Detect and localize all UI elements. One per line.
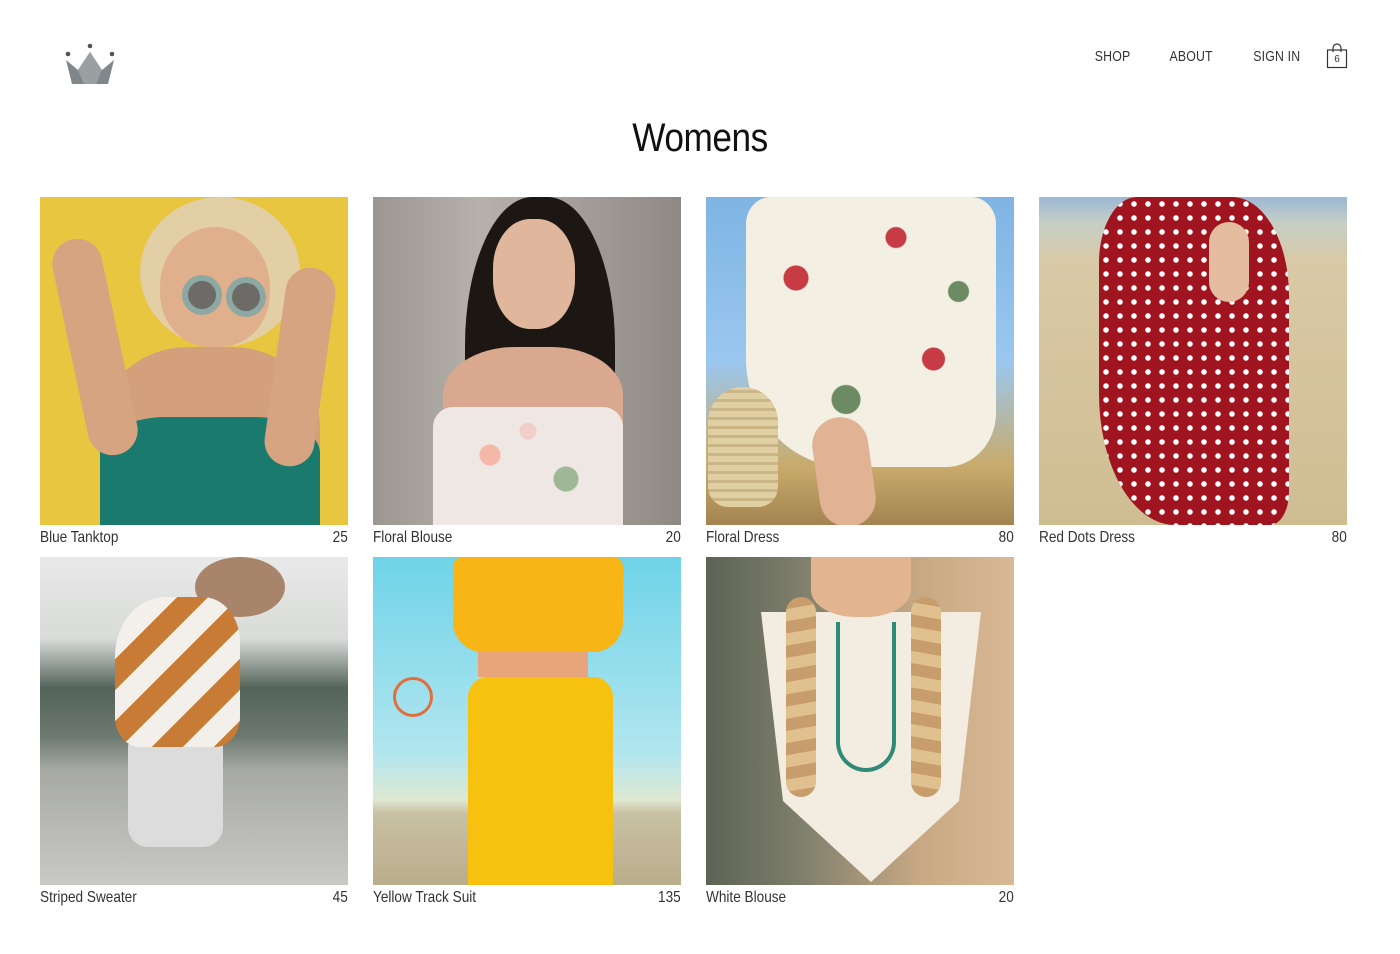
product-footer: Striped Sweater 45	[40, 885, 348, 911]
product-footer: Yellow Track Suit 135	[373, 885, 681, 911]
nav-about-link[interactable]: ABOUT	[1170, 48, 1213, 65]
product-price: 25	[332, 529, 348, 546]
product-footer: Red Dots Dress 80	[1039, 525, 1347, 551]
product-name: Striped Sweater	[40, 889, 137, 906]
product-footer: Floral Dress 80	[706, 525, 1014, 551]
product-price: 45	[332, 889, 348, 906]
product-price: 20	[998, 889, 1014, 906]
cart-button[interactable]: 6	[1326, 43, 1348, 69]
product-card-striped-sweater[interactable]: Striped Sweater 45	[40, 557, 348, 909]
product-price: 20	[665, 529, 681, 546]
nav-sign-in-link[interactable]: SIGN IN	[1253, 48, 1300, 65]
product-image[interactable]	[40, 197, 348, 525]
crown-logo-icon[interactable]	[62, 42, 118, 88]
site-header: SHOP ABOUT SIGN IN 6	[0, 0, 1400, 110]
product-footer: Blue Tanktop 25	[40, 525, 348, 551]
product-price: 80	[998, 529, 1014, 546]
product-name: Floral Blouse	[373, 529, 453, 546]
product-card-yellow-track-suit[interactable]: Yellow Track Suit 135	[373, 557, 681, 909]
product-image[interactable]	[706, 197, 1014, 525]
product-grid: Blue Tanktop 25 Floral Blouse 20 Floral …	[40, 197, 1347, 909]
main-nav: SHOP ABOUT SIGN IN 6	[1057, 42, 1348, 70]
product-name: Yellow Track Suit	[373, 889, 477, 906]
product-card-blue-tanktop[interactable]: Blue Tanktop 25	[40, 197, 348, 549]
product-card-red-dots-dress[interactable]: Red Dots Dress 80	[1039, 197, 1347, 549]
page-title: Womens	[632, 116, 768, 160]
product-footer: Floral Blouse 20	[373, 525, 681, 551]
product-name: Floral Dress	[706, 529, 780, 546]
nav-shop-link[interactable]: SHOP	[1095, 48, 1131, 65]
product-card-floral-blouse[interactable]: Floral Blouse 20	[373, 197, 681, 549]
product-card-floral-dress[interactable]: Floral Dress 80	[706, 197, 1014, 549]
product-price: 135	[658, 889, 681, 906]
product-card-white-blouse[interactable]: White Blouse 20	[706, 557, 1014, 909]
product-name: Blue Tanktop	[40, 529, 119, 546]
product-image[interactable]	[373, 197, 681, 525]
product-name: White Blouse	[706, 889, 787, 906]
product-name: Red Dots Dress	[1039, 529, 1135, 546]
product-image[interactable]	[706, 557, 1014, 885]
product-price: 80	[1331, 529, 1347, 546]
product-image[interactable]	[373, 557, 681, 885]
product-image[interactable]	[1039, 197, 1347, 525]
cart-count-badge: 6	[1334, 54, 1340, 65]
product-footer: White Blouse 20	[706, 885, 1014, 911]
product-image[interactable]	[40, 557, 348, 885]
